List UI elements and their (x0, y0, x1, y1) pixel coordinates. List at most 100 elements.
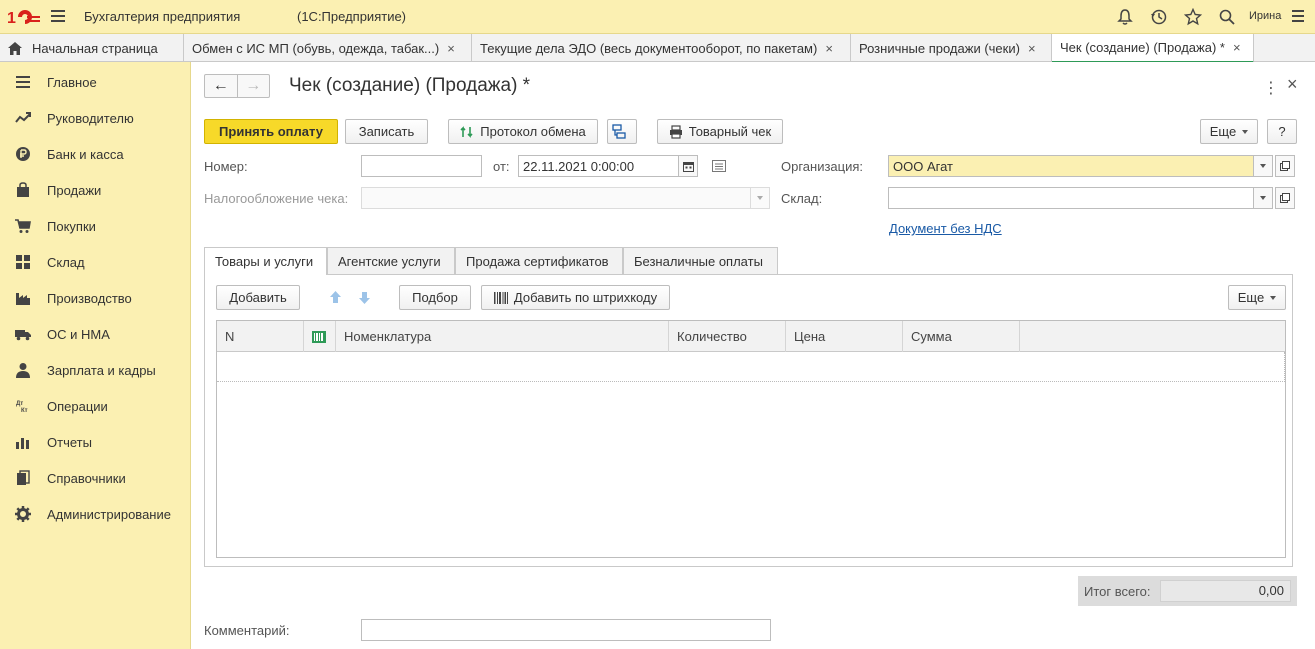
chevron-down-icon (1270, 295, 1277, 300)
sidebar-item-fixed-assets[interactable]: ОС и НМА (0, 316, 191, 352)
goods-table: N Номенклатура Количество Цена Сумма (216, 320, 1286, 558)
move-buttons (321, 285, 379, 310)
column-header-sum[interactable]: Сумма (903, 321, 1020, 352)
move-down-icon[interactable] (350, 285, 379, 310)
taxation-field (361, 187, 751, 209)
tab-exchange-is-mp[interactable]: Обмен с ИС МП (обувь, одежда, табак...) … (184, 34, 472, 62)
save-button[interactable]: Записать (345, 119, 428, 144)
tab-label: Розничные продажи (чеки) (859, 40, 1020, 56)
history-nav: ← → (204, 74, 270, 98)
document-lines-icon[interactable] (712, 160, 726, 172)
warehouse-field[interactable] (888, 187, 1254, 209)
organization-open-button[interactable] (1275, 155, 1295, 177)
warehouse-dropdown-button[interactable] (1253, 187, 1273, 209)
app-subtitle: (1С:Предприятие) (297, 9, 407, 24)
sidebar-item-warehouse[interactable]: Склад (0, 244, 191, 280)
organization-field[interactable]: ООО Агат (888, 155, 1254, 177)
sidebar-item-reports[interactable]: Отчеты (0, 424, 191, 460)
more-actions-icon[interactable]: ⋮ (1263, 78, 1279, 98)
svg-text:1: 1 (7, 10, 16, 26)
add-row-button[interactable]: Добавить (216, 285, 300, 310)
add-by-barcode-button[interactable]: Добавить по штрихкоду (481, 285, 670, 310)
tab-retail-sales[interactable]: Розничные продажи (чеки) × (851, 34, 1052, 62)
close-icon[interactable]: × (447, 41, 455, 56)
bar-chart-icon (16, 438, 29, 449)
structure-button[interactable] (607, 119, 637, 144)
close-icon[interactable]: × (1028, 41, 1036, 56)
date-field[interactable]: 22.11.2021 0:00:00 (518, 155, 679, 177)
close-form-icon[interactable]: × (1287, 74, 1298, 95)
chevron-down-icon (757, 196, 763, 200)
settings-menu-icon[interactable] (1292, 10, 1304, 22)
close-icon[interactable]: × (825, 41, 833, 56)
sidebar-item-label: Зарплата и кадры (47, 362, 156, 378)
truck-icon (15, 330, 31, 341)
table-row[interactable] (217, 352, 1285, 382)
sidebar-item-purchases[interactable]: Покупки (0, 208, 191, 244)
sidebar-item-admin[interactable]: Администрирование (0, 496, 191, 532)
tab-label: Текущие дела ЭДО (весь документооборот, … (480, 40, 818, 56)
column-header-quantity[interactable]: Количество (669, 321, 786, 352)
tab-certificate-sales[interactable]: Продажа сертификатов (455, 247, 623, 274)
goods-receipt-button[interactable]: Товарный чек (657, 119, 783, 144)
tab-cashless-payments[interactable]: Безналичные оплаты (623, 247, 778, 274)
top-bar: 1 Бухгалтерия предприятия (1С:Предприяти… (0, 0, 1315, 34)
search-icon[interactable] (1218, 8, 1236, 26)
sidebar-item-label: Банк и касса (47, 146, 124, 162)
calendar-button[interactable] (678, 155, 698, 177)
home-icon (8, 41, 22, 55)
pick-button[interactable]: Подбор (399, 285, 471, 310)
comment-field[interactable] (361, 619, 771, 641)
move-up-icon[interactable] (321, 285, 350, 310)
column-header-price[interactable]: Цена (786, 321, 903, 352)
debit-credit-icon: ДтКт (16, 401, 28, 414)
sidebar-item-label: ОС и НМА (47, 326, 110, 342)
date-label: от: (493, 159, 510, 174)
tab-edo-tasks[interactable]: Текущие дела ЭДО (весь документооборот, … (472, 34, 851, 62)
help-button[interactable]: ? (1267, 119, 1297, 144)
tab-goods-services[interactable]: Товары и услуги (204, 247, 327, 275)
sidebar-item-label: Отчеты (47, 434, 92, 450)
ruble-coin-icon (16, 147, 30, 161)
organization-dropdown-button[interactable] (1253, 155, 1273, 177)
user-name[interactable]: Ирина (1249, 10, 1281, 22)
column-header-n[interactable]: N (217, 321, 304, 352)
sidebar-item-label: Руководителю (47, 110, 134, 126)
sidebar-item-label: Производство (47, 290, 132, 306)
sidebar-item-operations[interactable]: Дт Кт Операции (0, 388, 191, 424)
taxation-label: Налогообложение чека: (204, 191, 349, 206)
star-icon[interactable] (1184, 8, 1202, 26)
sidebar-item-label: Администрирование (47, 506, 171, 522)
sidebar-item-bank[interactable]: Банк и касса (0, 136, 191, 172)
back-button[interactable]: ← (205, 75, 238, 97)
sidebar-item-main[interactable]: Главное (0, 64, 191, 100)
main-menu-icon[interactable] (51, 10, 65, 22)
sidebar-item-sales[interactable]: Продажи (0, 172, 191, 208)
comment-label: Комментарий: (204, 623, 290, 638)
table-header: N Номенклатура Количество Цена Сумма (217, 321, 1285, 352)
bell-icon[interactable] (1116, 8, 1134, 26)
tab-home[interactable]: Начальная страница (0, 34, 184, 62)
sidebar-item-salary[interactable]: Зарплата и кадры (0, 352, 191, 388)
number-label: Номер: (204, 159, 248, 174)
close-icon[interactable]: × (1233, 40, 1241, 55)
column-header-marking[interactable] (304, 321, 336, 352)
open-link-icon (1280, 161, 1290, 171)
more-button[interactable]: Еще (1200, 119, 1258, 144)
tab-agent-services[interactable]: Агентские услуги (327, 247, 455, 274)
accept-payment-button[interactable]: Принять оплату (204, 119, 338, 144)
forward-button[interactable]: → (238, 75, 270, 97)
printer-icon (669, 124, 682, 139)
exchange-log-button[interactable]: Протокол обмена (448, 119, 598, 144)
vat-document-link[interactable]: Документ без НДС (889, 221, 1002, 236)
tab-receipt-create[interactable]: Чек (создание) (Продажа) * × (1052, 34, 1254, 63)
table-more-button[interactable]: Еще (1228, 285, 1286, 310)
history-icon[interactable] (1150, 8, 1168, 26)
sidebar-item-catalogs[interactable]: Справочники (0, 460, 191, 496)
sidebar-item-manager[interactable]: Руководителю (0, 100, 191, 136)
column-header-nomenclature[interactable]: Номенклатура (336, 321, 669, 352)
sidebar-item-production[interactable]: Производство (0, 280, 191, 316)
number-field[interactable] (361, 155, 482, 177)
chevron-down-icon (1260, 164, 1266, 168)
warehouse-open-button[interactable] (1275, 187, 1295, 209)
